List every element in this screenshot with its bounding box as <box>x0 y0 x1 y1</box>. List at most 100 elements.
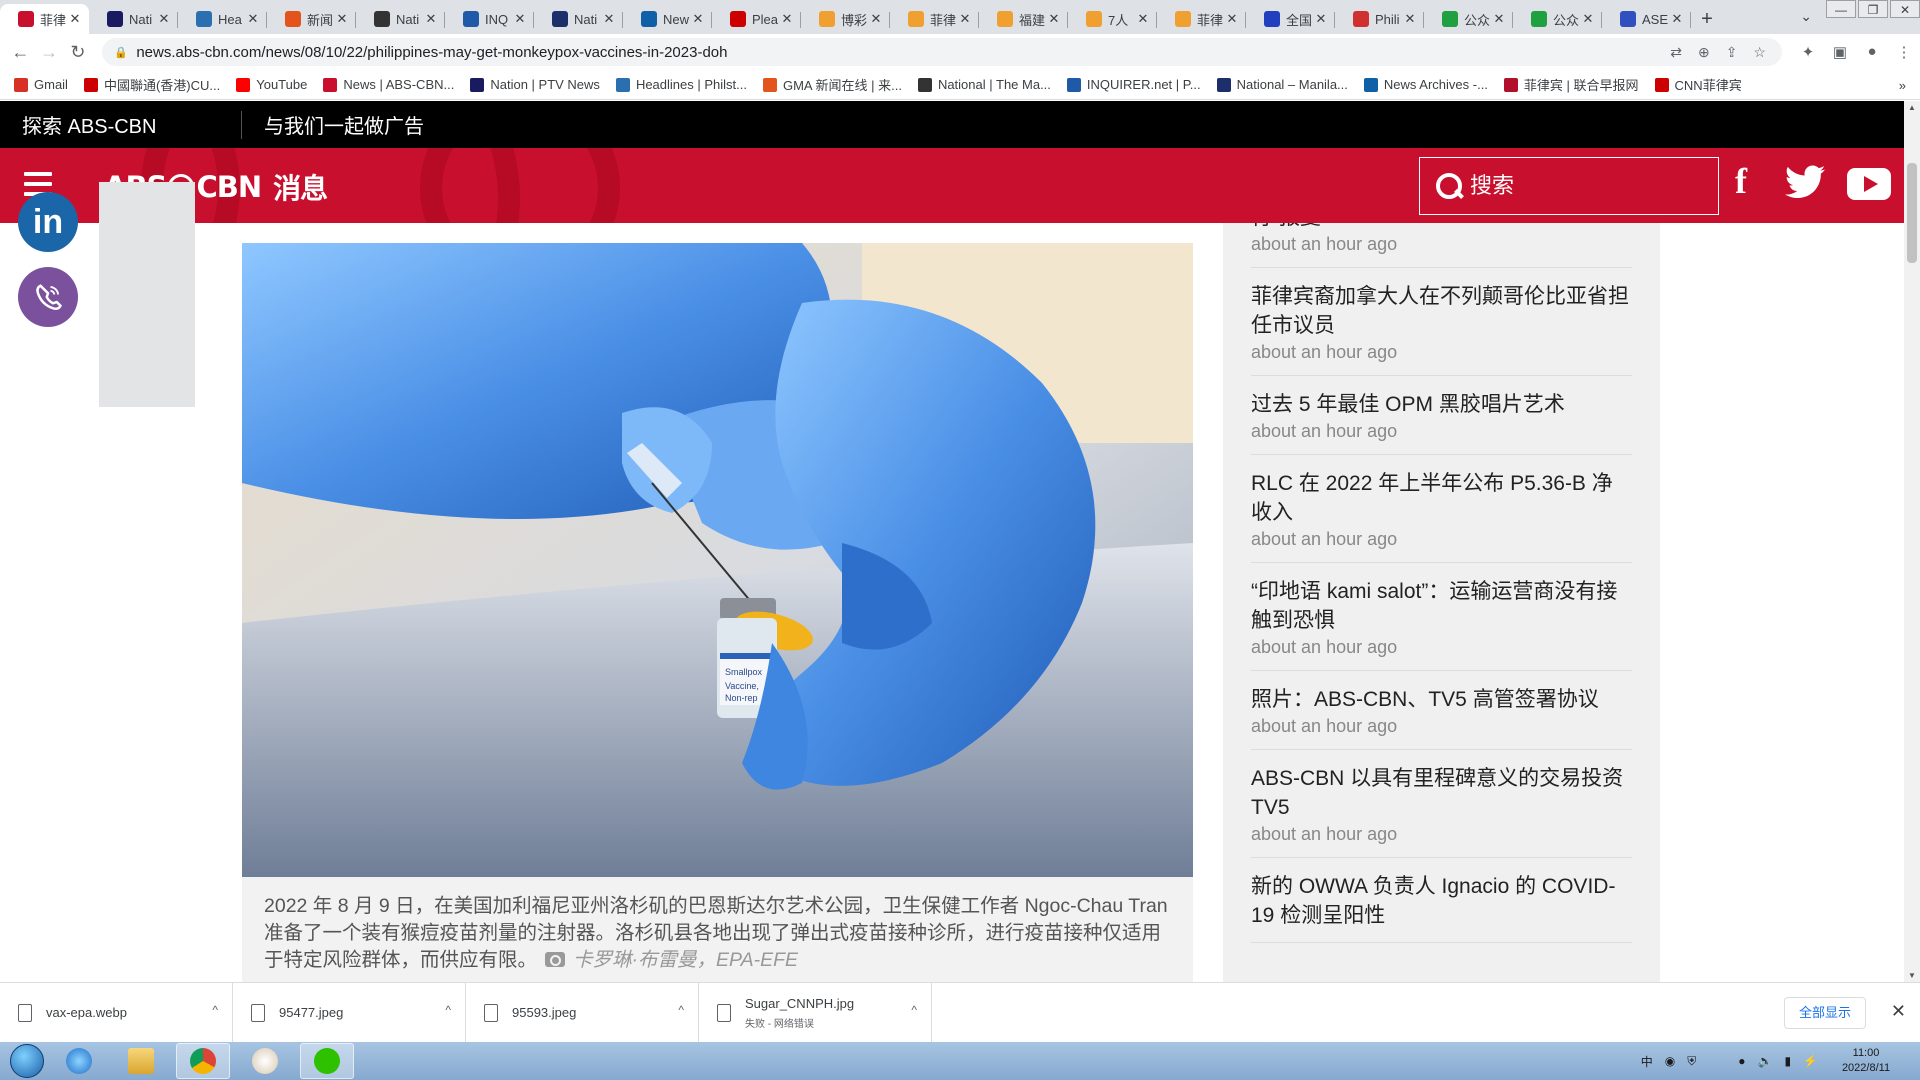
close-tab-icon[interactable]: ✕ <box>601 11 617 27</box>
bookmark-item[interactable]: News Archives -... <box>1363 77 1488 92</box>
sidebar-story[interactable]: 行“报复” about an hour ago <box>1251 223 1632 268</box>
browser-tab[interactable]: Nati ✕ <box>356 4 445 34</box>
extensions-icon[interactable]: ✦ <box>1792 43 1824 61</box>
story-title[interactable]: 菲律宾裔加拿大人在不列颠哥伦比亚省担任市议员 <box>1251 282 1632 340</box>
ime-mode[interactable]: 中 <box>1641 1053 1653 1070</box>
close-tab-icon[interactable]: ✕ <box>690 11 706 27</box>
site-search-box[interactable] <box>1419 157 1719 215</box>
browser-tab[interactable]: 7人 ✕ <box>1068 4 1157 34</box>
browser-tab[interactable]: Plea ✕ <box>712 4 801 34</box>
new-tab-button[interactable]: + <box>1691 4 1723 34</box>
tab-search-icon[interactable]: ⌄ <box>1800 8 1812 25</box>
sidebar-story[interactable]: 新的 OWWA 负责人 Ignacio 的 COVID-19 检测呈阳性 <box>1251 858 1632 943</box>
bookmarks-more-button[interactable]: » <box>1899 78 1906 93</box>
close-tab-icon[interactable]: ✕ <box>957 11 973 27</box>
bookmark-item[interactable]: GMA 新闻在线 | 来... <box>762 75 902 94</box>
chevron-up-icon[interactable]: ^ <box>212 1003 218 1017</box>
close-tab-icon[interactable]: ✕ <box>1580 11 1596 27</box>
close-tab-icon[interactable]: ✕ <box>1046 11 1062 27</box>
linkedin-share-icon[interactable]: in <box>18 192 78 252</box>
chevron-up-icon[interactable]: ^ <box>911 1003 917 1017</box>
taskbar-chrome[interactable] <box>176 1043 230 1079</box>
close-tab-icon[interactable]: ✕ <box>1135 11 1151 27</box>
close-tab-icon[interactable]: ✕ <box>67 11 83 27</box>
story-title[interactable]: RLC 在 2022 年上半年公布 P5.36-B 净收入 <box>1251 469 1632 527</box>
tray-app-icon[interactable]: ◉ <box>1665 1054 1675 1068</box>
bookmark-item[interactable]: National | The Ma... <box>917 77 1051 92</box>
volume-icon[interactable]: 🔈 <box>1757 1054 1772 1068</box>
restore-button[interactable]: ❐ <box>1858 0 1888 18</box>
wechat-tray-icon[interactable]: ● <box>1738 1054 1745 1068</box>
scroll-up-icon[interactable]: ▲ <box>1908 103 1916 112</box>
sidebar-story[interactable]: 菲律宾裔加拿大人在不列颠哥伦比亚省担任市议员 about an hour ago <box>1251 268 1632 376</box>
scrollbar-thumb[interactable] <box>1907 163 1917 263</box>
story-title[interactable]: 过去 5 年最佳 OPM 黑胶唱片艺术 <box>1251 390 1632 419</box>
translate-icon[interactable]: ⇄ <box>1670 44 1682 61</box>
browser-tab[interactable]: 新闻 ✕ <box>267 4 356 34</box>
minimize-button[interactable]: — <box>1826 0 1856 18</box>
browser-tab[interactable]: Hea ✕ <box>178 4 267 34</box>
bookmark-star-icon[interactable]: ☆ <box>1753 44 1766 61</box>
bookmark-item[interactable]: 中國聯通(香港)CU... <box>83 75 220 94</box>
article-photo[interactable]: Smallpox Vaccine, Non-rep <box>242 243 1193 877</box>
close-tab-icon[interactable]: ✕ <box>1669 11 1685 27</box>
show-all-downloads-button[interactable]: 全部显示 <box>1783 997 1866 1029</box>
browser-tab[interactable]: New ✕ <box>623 4 712 34</box>
bookmark-item[interactable]: Nation | PTV News <box>470 77 600 92</box>
browser-tab[interactable]: Nati ✕ <box>89 4 178 34</box>
sidebar-story[interactable]: “印地语 kami salot”：运输运营商没有接触到恐惧 about an ho… <box>1251 563 1632 671</box>
bookmark-item[interactable]: Gmail <box>14 77 68 92</box>
close-tab-icon[interactable]: ✕ <box>512 11 528 27</box>
download-item[interactable]: 95477.jpeg ^ <box>233 982 466 1043</box>
search-input[interactable] <box>1470 173 1700 199</box>
bookmark-item[interactable]: YouTube <box>236 77 307 92</box>
side-panel-icon[interactable]: ▣ <box>1824 43 1856 61</box>
close-tab-icon[interactable]: ✕ <box>779 11 795 27</box>
chevron-up-icon[interactable]: ^ <box>445 1003 451 1017</box>
browser-tab[interactable]: 博彩 ✕ <box>801 4 890 34</box>
bookmark-item[interactable]: National – Manila... <box>1216 77 1348 92</box>
close-tab-icon[interactable]: ✕ <box>245 11 261 27</box>
viber-share-icon[interactable] <box>18 267 78 327</box>
download-item[interactable]: vax-epa.webp ^ <box>0 982 233 1043</box>
close-tab-icon[interactable]: ✕ <box>423 11 439 27</box>
forward-icon[interactable]: → <box>35 42 64 63</box>
zoom-icon[interactable]: ⊕ <box>1698 44 1710 61</box>
browser-tab[interactable]: 福建 ✕ <box>979 4 1068 34</box>
sidebar-story[interactable]: RLC 在 2022 年上半年公布 P5.36-B 净收入 about an ho… <box>1251 455 1632 563</box>
close-tab-icon[interactable]: ✕ <box>1402 11 1418 27</box>
browser-tab[interactable]: 全国 ✕ <box>1246 4 1335 34</box>
browser-tab[interactable]: 公众 ✕ <box>1513 4 1602 34</box>
browser-tab[interactable]: INQ ✕ <box>445 4 534 34</box>
shield-icon[interactable]: ⛨ <box>1687 1054 1696 1069</box>
sidebar-story[interactable]: 照片：ABS-CBN、TV5 高管签署协议 about an hour ago <box>1251 671 1632 750</box>
close-tab-icon[interactable]: ✕ <box>868 11 884 27</box>
share-icon[interactable]: ⇪ <box>1726 44 1738 61</box>
power-icon[interactable]: ⚡ <box>1803 1054 1818 1068</box>
bookmark-item[interactable]: Headlines | Philst... <box>615 77 747 92</box>
youtube-icon[interactable] <box>1847 168 1891 200</box>
close-window-button[interactable]: ✕ <box>1890 0 1920 18</box>
bookmark-item[interactable]: INQUIRER.net | P... <box>1066 77 1201 92</box>
download-item[interactable]: 95593.jpeg ^ <box>466 982 699 1043</box>
network-icon[interactable]: ▮ <box>1784 1054 1791 1068</box>
page-scrollbar[interactable]: ▲ ▼ <box>1904 101 1920 982</box>
taskbar-app[interactable] <box>238 1043 292 1079</box>
search-icon[interactable] <box>1434 171 1464 201</box>
browser-tab[interactable]: ASE ✕ <box>1602 4 1691 34</box>
close-tab-icon[interactable]: ✕ <box>1224 11 1240 27</box>
twitter-icon[interactable] <box>1785 164 1825 204</box>
address-bar[interactable]: 🔒 news.abs-cbn.com/news/08/10/22/philipp… <box>102 38 1782 66</box>
browser-tab[interactable]: 菲律 ✕ <box>1157 4 1246 34</box>
close-tab-icon[interactable]: ✕ <box>1313 11 1329 27</box>
bookmark-item[interactable]: CNN菲律宾 <box>1654 75 1742 94</box>
story-title[interactable]: 照片：ABS-CBN、TV5 高管签署协议 <box>1251 685 1632 714</box>
chevron-up-icon[interactable]: ^ <box>678 1003 684 1017</box>
lock-icon[interactable]: 🔒 <box>114 46 128 59</box>
close-downloads-icon[interactable]: ✕ <box>1891 1001 1906 1022</box>
story-title[interactable]: 行“报复” <box>1251 223 1632 232</box>
reload-icon[interactable]: ↻ <box>64 42 93 63</box>
browser-tab[interactable]: 公众 ✕ <box>1424 4 1513 34</box>
taskbar-explorer[interactable] <box>114 1043 168 1079</box>
story-title[interactable]: 新的 OWWA 负责人 Ignacio 的 COVID-19 检测呈阳性 <box>1251 872 1632 930</box>
